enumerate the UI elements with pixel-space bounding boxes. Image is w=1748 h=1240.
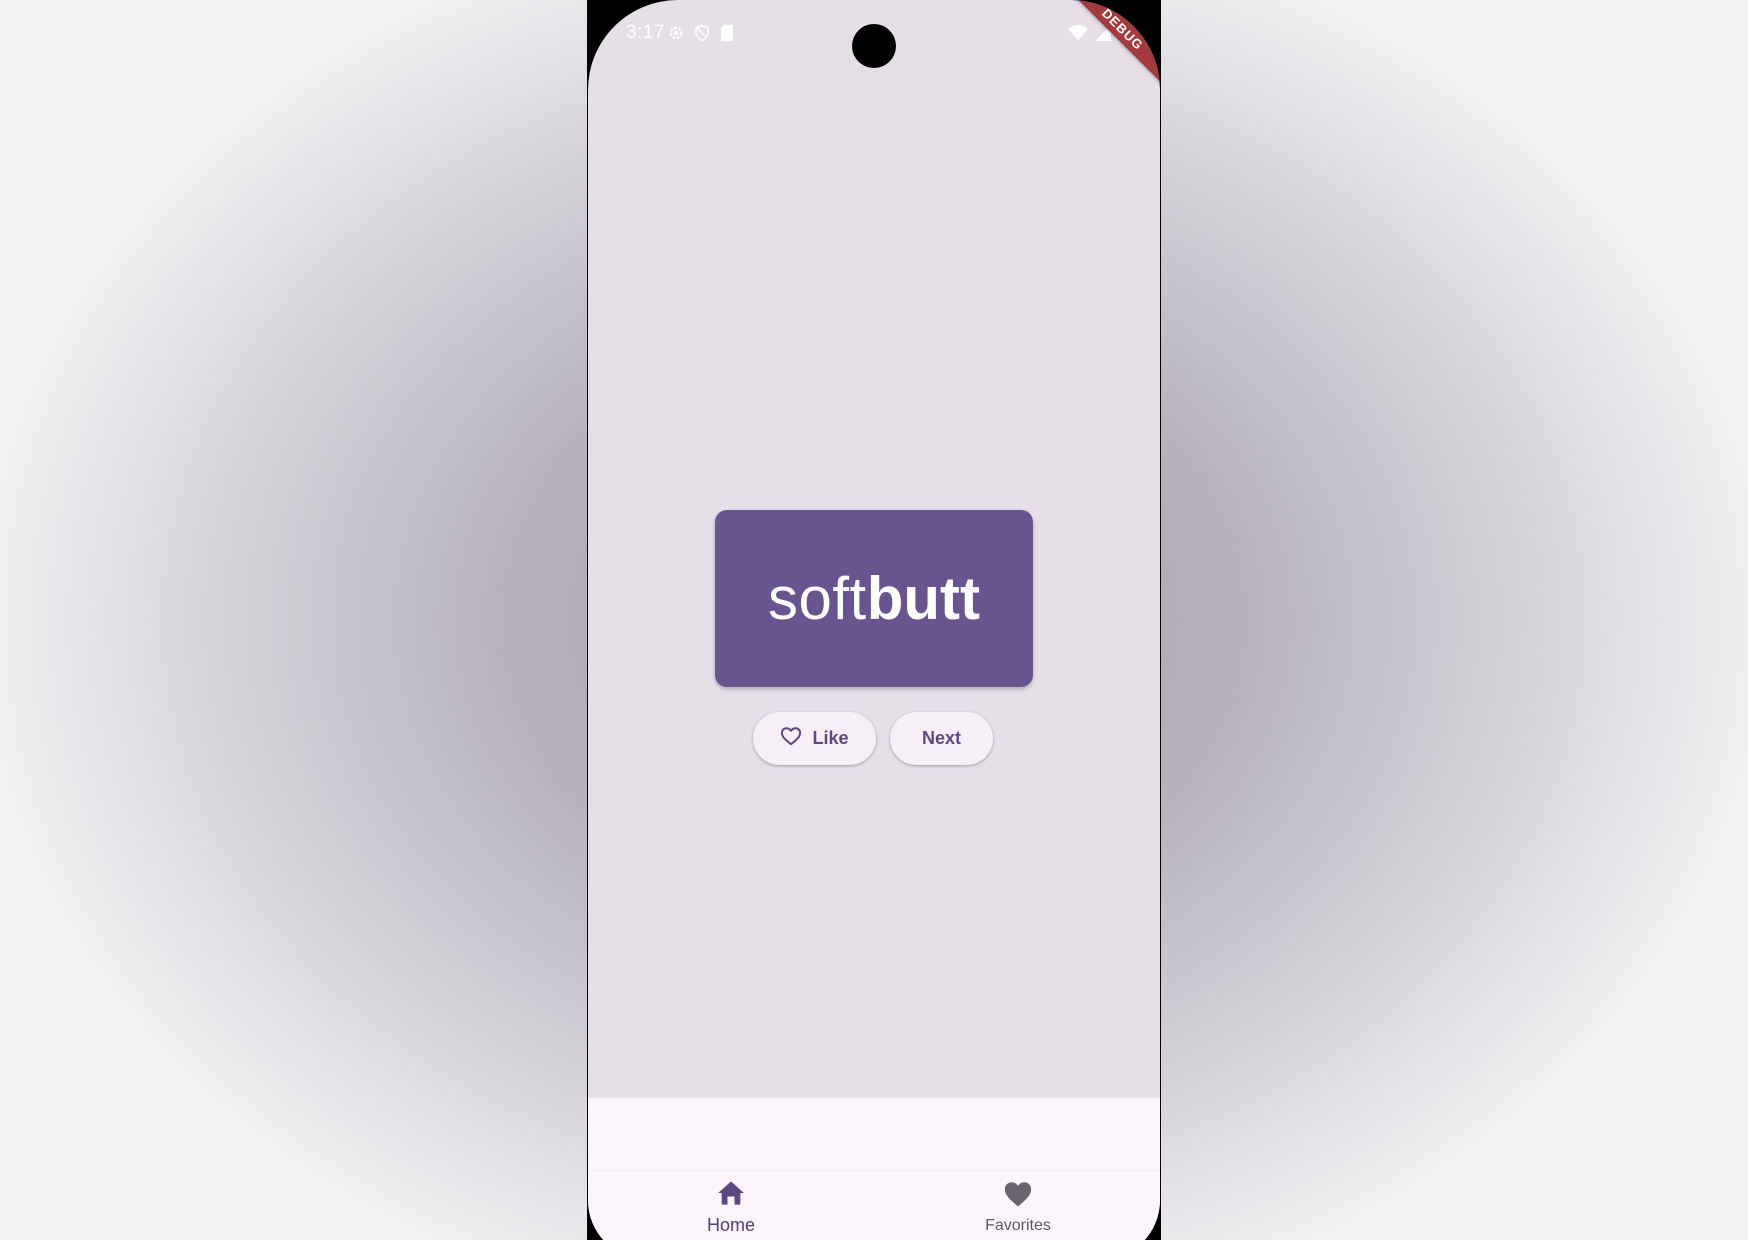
bottom-navigation-bar: Home Favorites: [588, 1098, 1160, 1240]
nav-label-home: Home: [706, 1215, 755, 1235]
word-second: butt: [866, 565, 980, 632]
nav-item-favorites[interactable]: Favorites: [968, 1180, 1068, 1235]
wifi-icon: [1068, 24, 1088, 47]
nav-divider: [588, 1170, 1160, 1171]
like-button-label: Like: [812, 728, 849, 748]
status-bar: 3:17 DEBUG: [588, 0, 1160, 90]
word-pair-card: soft butt: [715, 510, 1033, 687]
word-first: soft: [768, 565, 867, 632]
camera-cutout: [852, 24, 896, 68]
next-button[interactable]: Next: [890, 712, 993, 765]
status-time: 3:17: [626, 22, 665, 43]
heart-icon: [1003, 1180, 1033, 1213]
next-button-label: Next: [921, 728, 961, 748]
app-screen: 3:17 DEBUG soft butt Like Next Home Favo…: [588, 0, 1160, 1240]
nav-item-home[interactable]: Home: [688, 1180, 774, 1236]
heart-outline-icon: [780, 726, 802, 751]
home-icon: [717, 1180, 745, 1211]
phone-frame: 3:17 DEBUG soft butt Like Next Home Favo…: [587, 0, 1161, 1240]
settings-icon: [667, 24, 685, 47]
nav-label-favorites: Favorites: [985, 1217, 1051, 1234]
status-icons-left: [667, 24, 735, 47]
shield-icon: [693, 24, 711, 47]
like-button[interactable]: Like: [753, 712, 876, 765]
sd-card-icon: [719, 24, 735, 47]
